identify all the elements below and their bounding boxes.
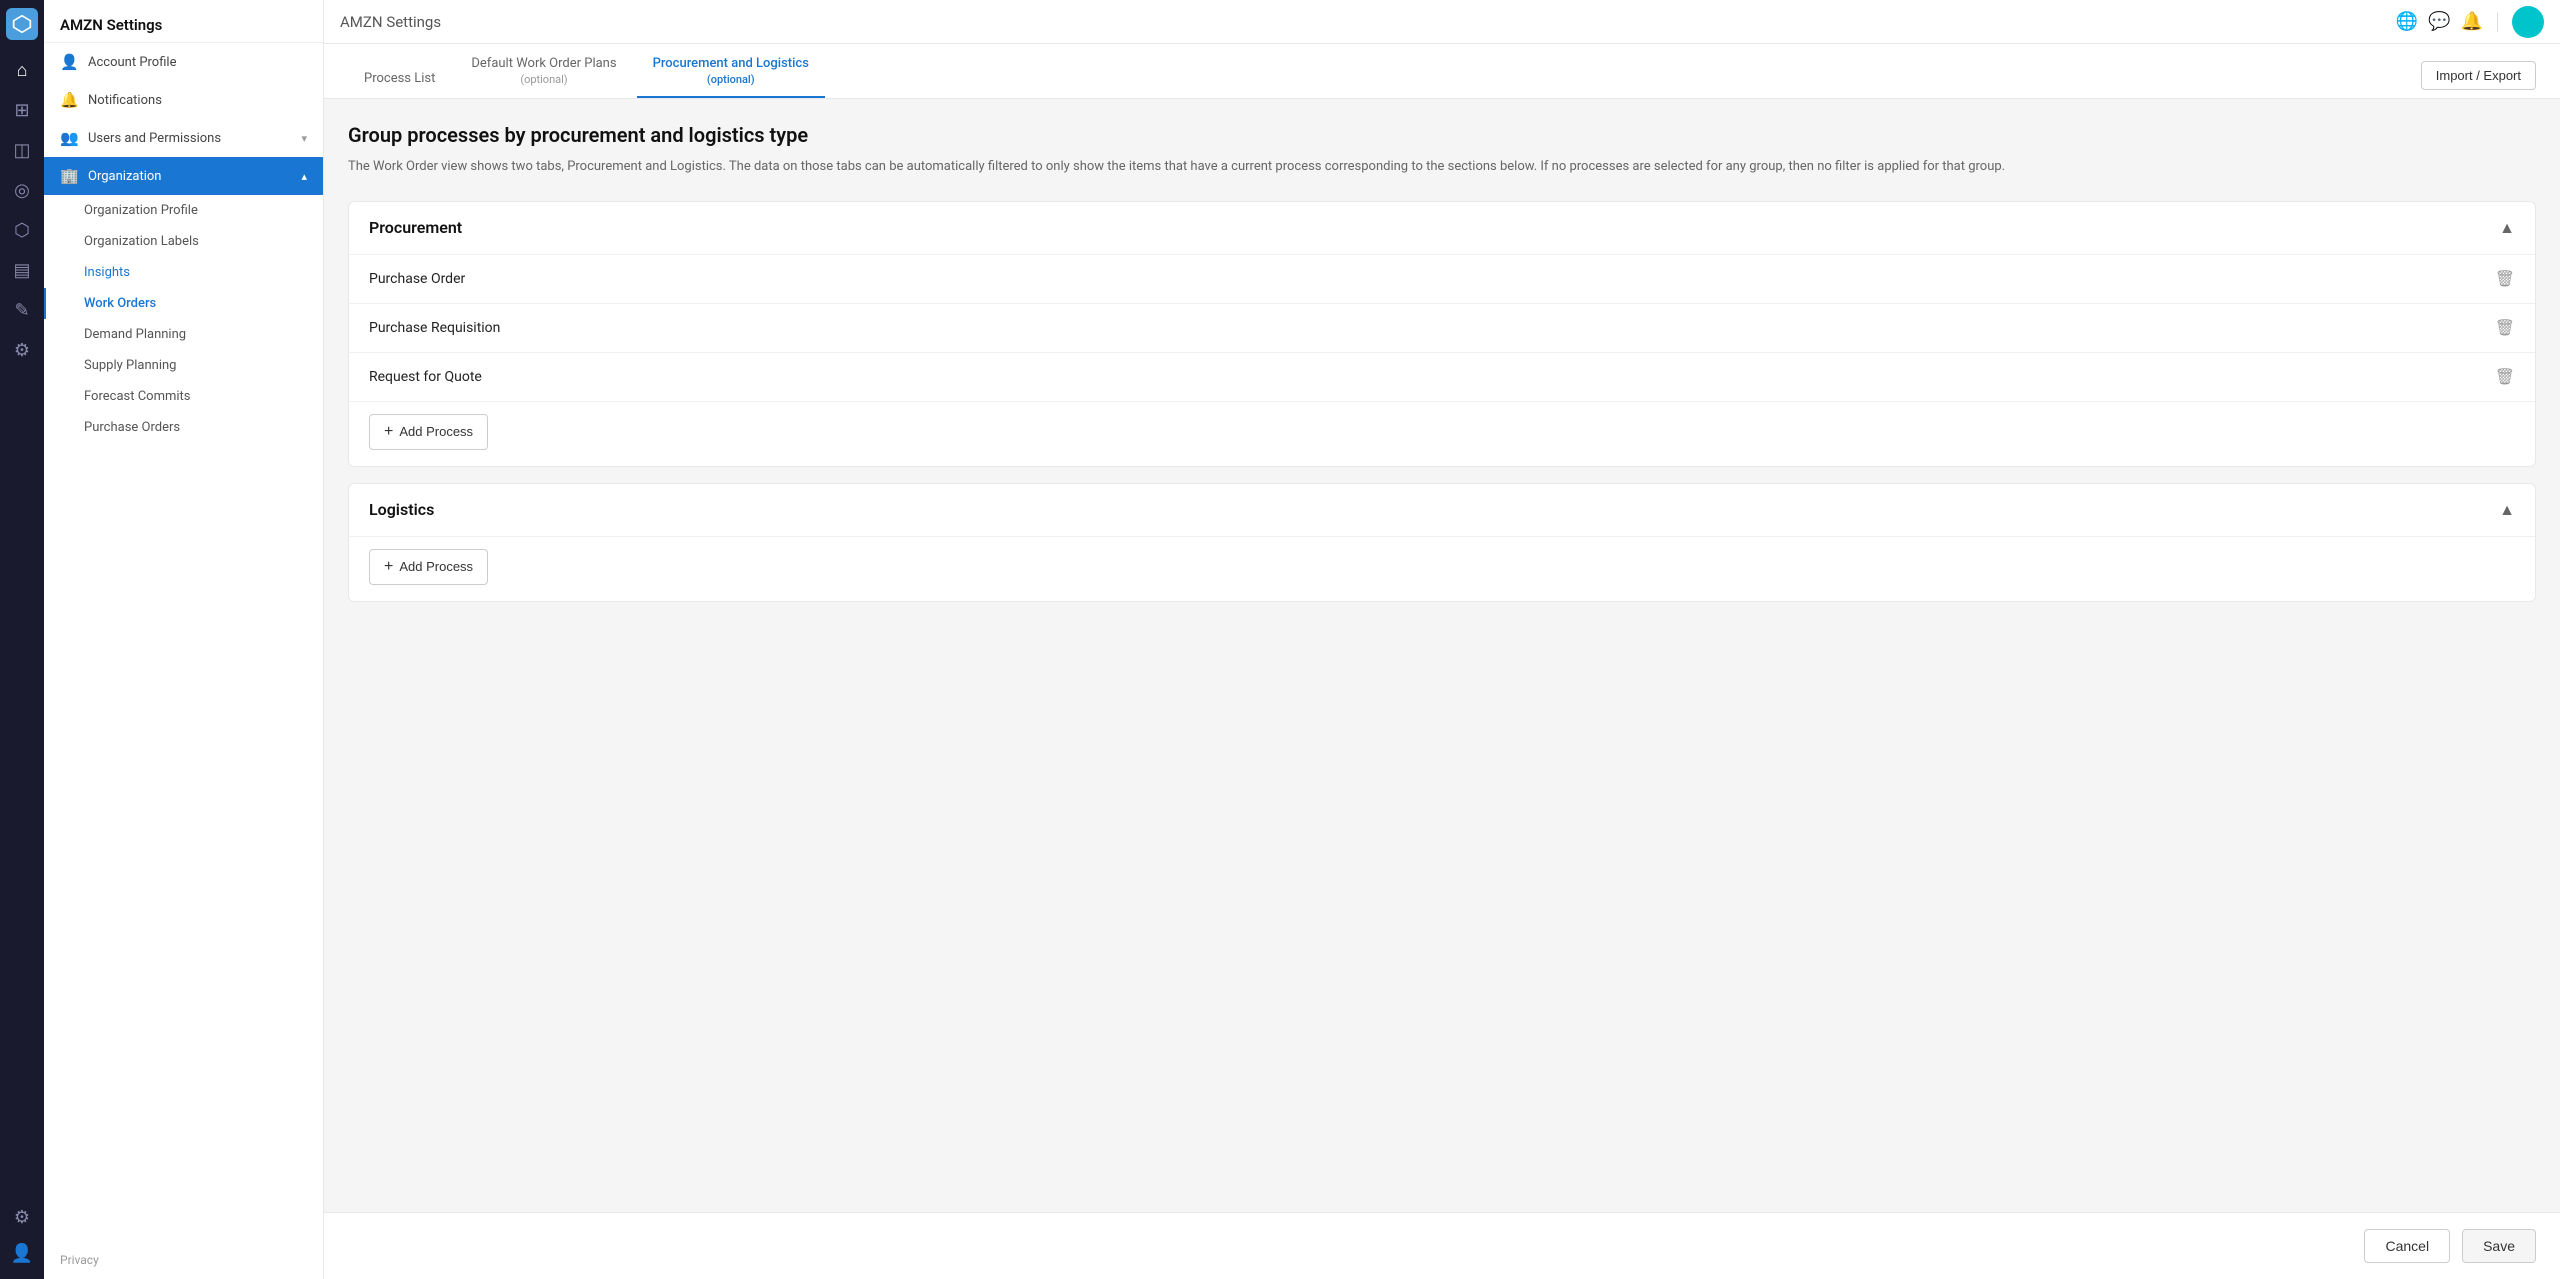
procurement-title: Procurement bbox=[369, 218, 462, 237]
page-title: Group processes by procurement and logis… bbox=[348, 123, 2536, 147]
add-process-label: Add Process bbox=[399, 424, 473, 439]
sidebar-subitem-organization-profile[interactable]: Organization Profile bbox=[44, 195, 323, 226]
account-profile-icon: 👤 bbox=[60, 53, 78, 71]
sidebar-item-users-permissions[interactable]: 👥 Users and Permissions ▾ bbox=[44, 119, 323, 157]
sidebar-subitem-purchase-orders[interactable]: Purchase Orders bbox=[44, 412, 323, 443]
sidebar-subitem-supply-planning[interactable]: Supply Planning bbox=[44, 350, 323, 381]
procurement-toggle-icon[interactable]: ▲ bbox=[2499, 218, 2515, 238]
process-name: Purchase Requisition bbox=[369, 320, 500, 336]
plus-icon: + bbox=[384, 558, 393, 576]
users-icon: 👥 bbox=[60, 129, 78, 147]
tabs-right: Import / Export bbox=[2421, 53, 2536, 98]
content-footer: Cancel Save bbox=[324, 1212, 2560, 1279]
delete-purchase-order-button[interactable]: 🗑 bbox=[2495, 269, 2515, 289]
sidebar-subitem-insights[interactable]: Insights bbox=[44, 257, 323, 288]
sidebar-subitem-work-orders[interactable]: Work Orders bbox=[44, 288, 323, 319]
location-icon[interactable]: ◎ bbox=[4, 172, 40, 208]
delete-request-for-quote-button[interactable]: 🗑 bbox=[2495, 367, 2515, 387]
sidebar-subitem-forecast-commits[interactable]: Forecast Commits bbox=[44, 381, 323, 412]
chart-icon[interactable]: ◫ bbox=[4, 132, 40, 168]
content-body: Group processes by procurement and logis… bbox=[324, 99, 2560, 642]
logistics-title: Logistics bbox=[369, 500, 434, 519]
save-button[interactable]: Save bbox=[2462, 1229, 2536, 1263]
logistics-header: Logistics ▲ bbox=[349, 484, 2535, 537]
sidebar-subitem-demand-planning[interactable]: Demand Planning bbox=[44, 319, 323, 350]
process-name: Request for Quote bbox=[369, 369, 482, 385]
sidebar-item-label: Notifications bbox=[88, 93, 307, 108]
add-process-procurement-button[interactable]: + Add Process bbox=[369, 414, 488, 450]
app-logo[interactable] bbox=[6, 8, 38, 40]
app-subtitle: Settings bbox=[107, 16, 163, 34]
organization-icon: 🏢 bbox=[60, 167, 78, 185]
gear-bottom-icon[interactable]: ⚙ bbox=[4, 1199, 40, 1235]
logistics-toggle-icon[interactable]: ▲ bbox=[2499, 500, 2515, 520]
chevron-down-icon: ▾ bbox=[301, 132, 307, 145]
sidebar-item-organization[interactable]: 🏢 Organization ▴ bbox=[44, 157, 323, 195]
sidebar-item-account-profile[interactable]: 👤 Account Profile bbox=[44, 43, 323, 81]
globe-icon[interactable]: 🌐 bbox=[2396, 11, 2418, 32]
add-process-label: Add Process bbox=[399, 559, 473, 574]
settings-icon[interactable]: ⚙ bbox=[4, 332, 40, 368]
import-export-button[interactable]: Import / Export bbox=[2421, 61, 2536, 90]
logistics-section: Logistics ▲ + Add Process bbox=[348, 483, 2536, 602]
main-area: AMZN Settings 🌐 💬 🔔 Process List Default… bbox=[324, 0, 2560, 1279]
grid-icon[interactable]: ⊞ bbox=[4, 92, 40, 128]
document-icon[interactable]: ▤ bbox=[4, 252, 40, 288]
plus-icon: + bbox=[384, 423, 393, 441]
page-description: The Work Order view shows two tabs, Proc… bbox=[348, 157, 2536, 177]
content-area: Process List Default Work Order Plans (o… bbox=[324, 44, 2560, 1212]
chat-icon[interactable]: 💬 bbox=[2428, 11, 2450, 32]
sidebar-item-label: Organization bbox=[88, 169, 291, 184]
icon-rail: ⌂ ⊞ ◫ ◎ ⬡ ▤ ✎ ⚙ ⚙ 👤 bbox=[0, 0, 44, 1279]
bell-icon[interactable]: 🔔 bbox=[2461, 11, 2483, 32]
pencil-icon[interactable]: ✎ bbox=[4, 292, 40, 328]
user-avatar[interactable] bbox=[2512, 6, 2544, 38]
sidebar-item-notifications[interactable]: 🔔 Notifications bbox=[44, 81, 323, 119]
app-title: AMZN bbox=[60, 16, 103, 34]
topbar-icons: 🌐 💬 🔔 bbox=[2396, 6, 2544, 38]
topbar-divider bbox=[2497, 12, 2498, 32]
chevron-up-icon: ▴ bbox=[301, 170, 307, 183]
cancel-button[interactable]: Cancel bbox=[2364, 1229, 2450, 1263]
user-bottom-icon[interactable]: 👤 bbox=[4, 1235, 40, 1271]
tabs-bar: Process List Default Work Order Plans (o… bbox=[324, 44, 2560, 99]
sidebar-item-label: Account Profile bbox=[88, 55, 307, 70]
sidebar: AMZN Settings 👤 Account Profile 🔔 Notifi… bbox=[44, 0, 324, 1279]
procurement-header: Procurement ▲ bbox=[349, 202, 2535, 255]
sidebar-footer-privacy[interactable]: Privacy bbox=[44, 1241, 323, 1279]
sidebar-header: AMZN Settings bbox=[44, 0, 323, 43]
process-row-purchase-order: Purchase Order 🗑 bbox=[349, 255, 2535, 304]
home-icon[interactable]: ⌂ bbox=[4, 52, 40, 88]
topbar: AMZN Settings 🌐 💬 🔔 bbox=[324, 0, 2560, 44]
sidebar-subitem-organization-labels[interactable]: Organization Labels bbox=[44, 226, 323, 257]
procurement-section: Procurement ▲ Purchase Order 🗑 Purchase … bbox=[348, 201, 2536, 467]
sidebar-item-label: Users and Permissions bbox=[88, 131, 291, 146]
process-row-purchase-requisition: Purchase Requisition 🗑 bbox=[349, 304, 2535, 353]
add-process-logistics-button[interactable]: + Add Process bbox=[369, 549, 488, 585]
tab-procurement-logistics[interactable]: Procurement and Logistics (optional) bbox=[637, 44, 825, 98]
process-row-request-for-quote: Request for Quote 🗑 bbox=[349, 353, 2535, 402]
tab-default-work-order-plans[interactable]: Default Work Order Plans (optional) bbox=[455, 44, 632, 98]
topbar-title: AMZN Settings bbox=[340, 13, 2384, 31]
tag-icon[interactable]: ⬡ bbox=[4, 212, 40, 248]
delete-purchase-requisition-button[interactable]: 🗑 bbox=[2495, 318, 2515, 338]
process-name: Purchase Order bbox=[369, 271, 465, 287]
tab-process-list[interactable]: Process List bbox=[348, 59, 451, 98]
notifications-icon: 🔔 bbox=[60, 91, 78, 109]
